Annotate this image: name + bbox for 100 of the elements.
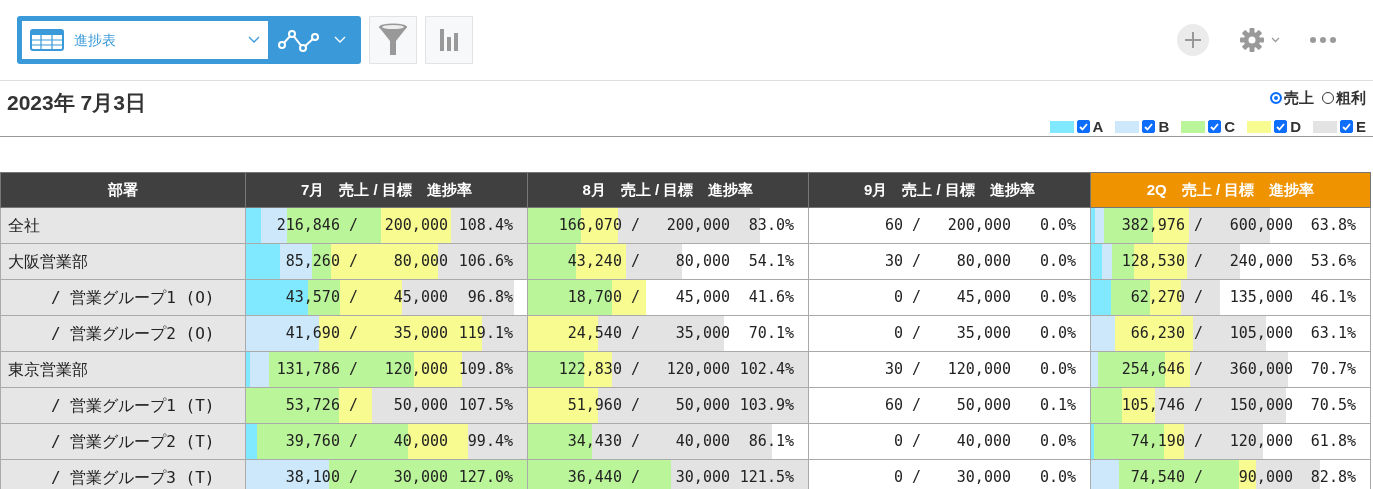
sales-value: 74,190 / <box>1129 431 1203 453</box>
target-value: 80,000 <box>674 251 730 273</box>
settings-button[interactable] <box>1239 27 1280 53</box>
department-cell: / 営業グループ1 (O) <box>0 279 246 316</box>
progress-rate: 70.7% <box>1309 359 1356 381</box>
sales-value: 0 / <box>892 287 921 309</box>
legend-checkbox[interactable] <box>1142 120 1156 134</box>
progress-rate: 61.8% <box>1309 431 1356 453</box>
department-cell: / 営業グループ1 (T) <box>0 387 246 424</box>
target-value: 35,000 <box>674 323 730 345</box>
progress-rate: 83.0% <box>747 215 794 237</box>
measure-radio-option[interactable]: 粗利 <box>1322 87 1366 110</box>
target-value: 600,000 <box>1228 215 1293 237</box>
progress-rate: 70.1% <box>747 323 794 345</box>
column-header: 9月 売上 / 目標 進捗率 <box>808 172 1091 208</box>
progress-rate: 0.0% <box>1038 287 1076 309</box>
progress-rate: 53.6% <box>1309 251 1356 273</box>
plus-icon <box>1184 31 1202 49</box>
target-value: 240,000 <box>1228 251 1293 273</box>
column-header: 2Q 売上 / 目標 進捗率 <box>1090 172 1371 208</box>
sales-value: 66,230 / <box>1129 323 1203 345</box>
sales-value: 60 / <box>883 395 921 417</box>
bar-chart-icon <box>439 29 459 51</box>
progress-rate: 127.0% <box>457 467 513 489</box>
progress-rate: 102.4% <box>738 359 794 381</box>
department-cell: / 営業グループ2 (T) <box>0 423 246 460</box>
legend-checkbox[interactable] <box>1076 120 1090 134</box>
sales-value: 0 / <box>892 323 921 345</box>
sales-value: 105,746 / <box>1120 395 1203 417</box>
progress-rate: 0.0% <box>1038 323 1076 345</box>
progress-rate: 70.5% <box>1309 395 1356 417</box>
sales-value: 41,690 / <box>284 323 358 345</box>
target-value: 35,000 <box>955 323 1011 345</box>
progress-rate: 108.4% <box>457 215 513 237</box>
chevron-down-icon <box>334 36 346 44</box>
target-value: 120,000 <box>946 359 1011 381</box>
sales-value: 39,760 / <box>284 431 358 453</box>
chart-button[interactable] <box>425 16 473 64</box>
target-value: 200,000 <box>946 215 1011 237</box>
progress-rate: 121.5% <box>738 467 794 489</box>
sales-value: 34,430 / <box>566 431 640 453</box>
target-value: 105,000 <box>1228 323 1293 345</box>
legend-checkbox[interactable] <box>1274 120 1288 134</box>
target-value: 150,000 <box>1228 395 1293 417</box>
progress-rate: 109.8% <box>457 359 513 381</box>
progress-rate: 82.8% <box>1309 467 1356 489</box>
target-value: 30,000 <box>674 467 730 489</box>
department-cell: 東京営業部 <box>0 351 246 388</box>
progress-rate: 86.1% <box>747 431 794 453</box>
target-value: 90,000 <box>1237 467 1293 489</box>
more-button[interactable] <box>1310 37 1336 43</box>
target-value: 135,000 <box>1228 287 1293 309</box>
target-value: 200,000 <box>383 215 448 237</box>
progress-rate: 63.8% <box>1309 215 1356 237</box>
sales-value: 128,530 / <box>1120 251 1203 273</box>
target-value: 45,000 <box>392 287 448 309</box>
more-icon <box>1310 37 1336 43</box>
department-cell: 大阪営業部 <box>0 243 246 280</box>
sales-value: 18,700 / <box>566 287 640 309</box>
add-button[interactable] <box>1177 24 1209 56</box>
chevron-down-icon <box>248 36 260 44</box>
sales-value: 0 / <box>892 467 921 489</box>
progress-rate: 46.1% <box>1309 287 1356 309</box>
sales-value: 36,440 / <box>566 467 640 489</box>
progress-rate: 0.0% <box>1038 215 1076 237</box>
legend-label: A <box>1092 116 1104 137</box>
sales-value: 60 / <box>883 215 921 237</box>
target-value: 40,000 <box>955 431 1011 453</box>
sales-value: 382,976 / <box>1120 215 1203 237</box>
sales-value: 62,270 / <box>1129 287 1203 309</box>
legend-label: B <box>1158 116 1170 137</box>
legend-checkbox[interactable] <box>1340 120 1353 134</box>
sales-value: 122,830 / <box>557 359 640 381</box>
sales-value: 38,100 / <box>284 467 358 489</box>
target-value: 50,000 <box>674 395 730 417</box>
progress-rate: 119.1% <box>457 323 513 345</box>
target-value: 80,000 <box>392 251 448 273</box>
department-cell: / 営業グループ2 (O) <box>0 315 246 352</box>
legend-checkbox[interactable] <box>1208 120 1222 134</box>
progress-rate: 96.8% <box>466 287 513 309</box>
target-value: 30,000 <box>955 467 1011 489</box>
target-value: 30,000 <box>392 467 448 489</box>
sales-value: 216,846 / <box>275 215 358 237</box>
measure-radio-option[interactable]: 売上 <box>1270 87 1314 110</box>
progress-rate: 54.1% <box>747 251 794 273</box>
progress-rate: 63.1% <box>1309 323 1356 345</box>
chevron-down-icon <box>1271 37 1280 43</box>
filter-button[interactable] <box>369 16 417 64</box>
target-value: 50,000 <box>955 395 1011 417</box>
sales-value: 53,726 / <box>284 395 358 417</box>
progress-rate: 0.0% <box>1038 467 1076 489</box>
target-value: 40,000 <box>674 431 730 453</box>
sales-value: 24,540 / <box>566 323 640 345</box>
sales-value: 51,960 / <box>566 395 640 417</box>
line-chart-icon <box>278 28 320 52</box>
sales-value: 43,240 / <box>566 251 640 273</box>
department-cell: / 営業グループ3 (T) <box>0 459 246 489</box>
sales-value: 254,646 / <box>1120 359 1203 381</box>
legend-label: C <box>1224 116 1236 137</box>
target-value: 120,000 <box>1228 431 1293 453</box>
